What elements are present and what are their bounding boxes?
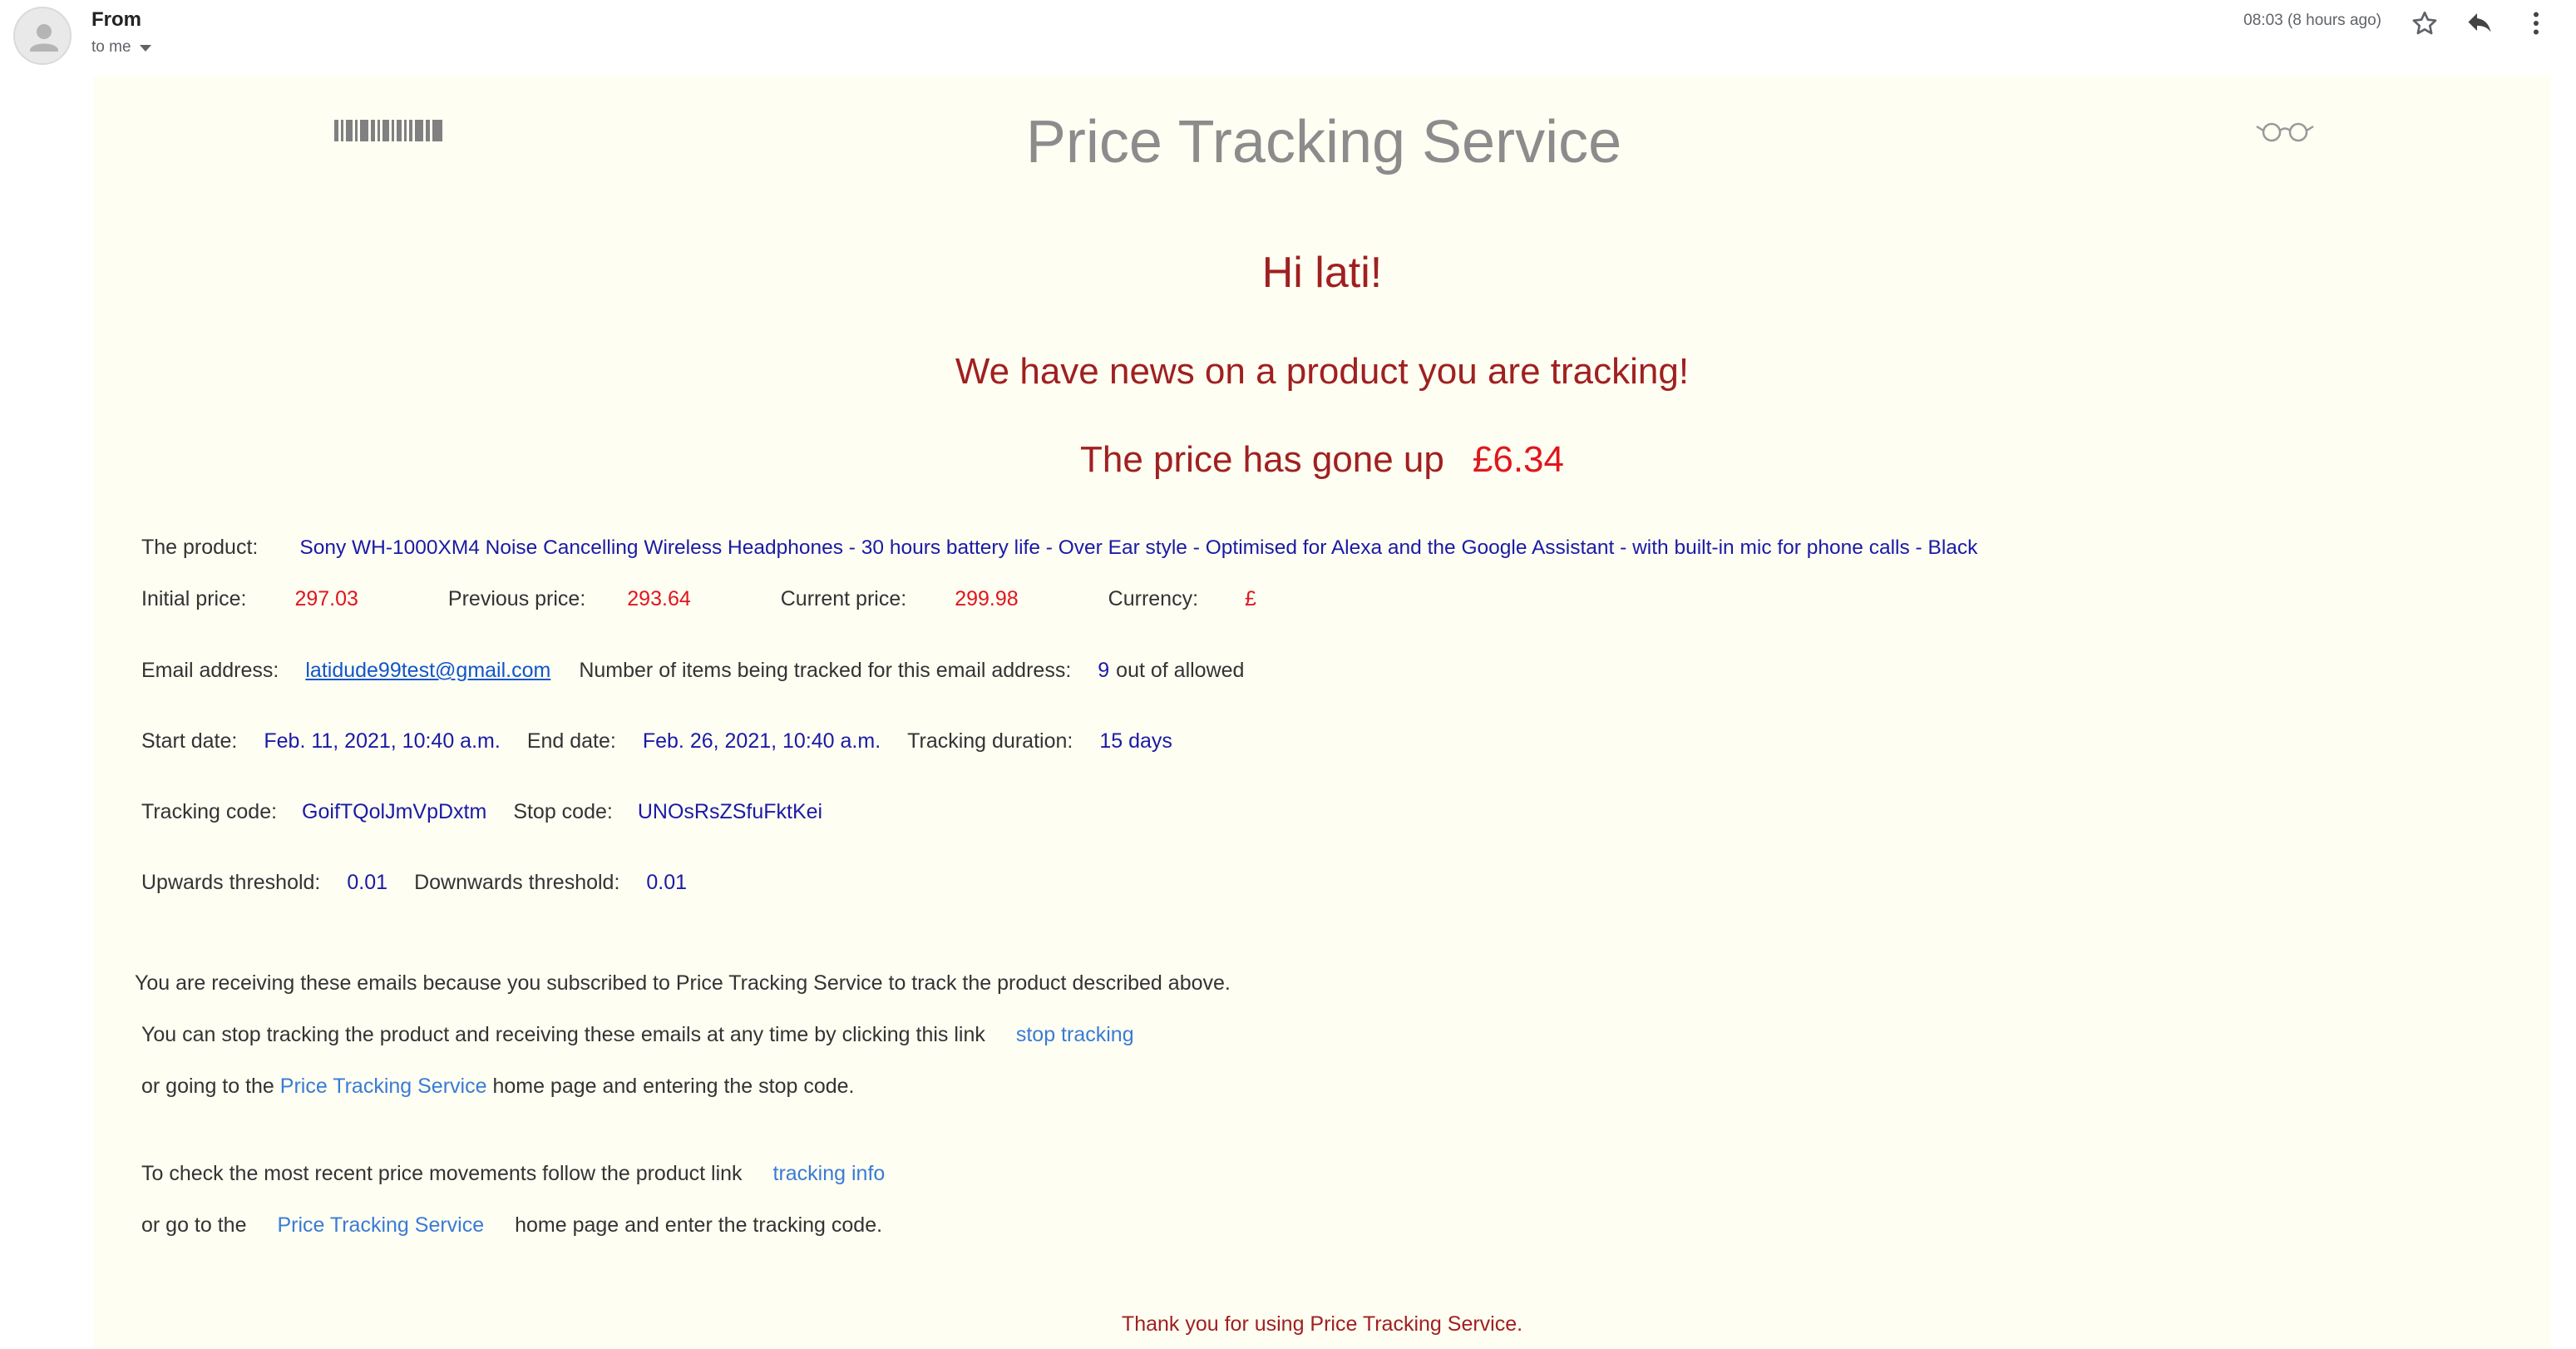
- current-price-value: 299.98: [955, 587, 1019, 610]
- recipient-details-toggle[interactable]: to me: [91, 38, 151, 57]
- sender-name: From: [91, 8, 141, 31]
- or-go-prefix: or go to the: [141, 1213, 247, 1237]
- price-change-amount: £6.34: [1472, 439, 1564, 480]
- stop-tracking-line: You can stop tracking the product and re…: [141, 1023, 1134, 1047]
- reply-icon[interactable]: [2463, 7, 2496, 40]
- items-tracked-suffix: out of allowed: [1116, 659, 1245, 682]
- email-address-label: Email address:: [141, 659, 279, 682]
- glasses-icon: [2256, 122, 2314, 142]
- items-tracked-label: Number of items being tracked for this e…: [579, 659, 1072, 682]
- currency-value: £: [1245, 587, 1256, 610]
- greeting: Hi lati!: [1261, 249, 1383, 297]
- receiving-notice: You are receiving these emails because y…: [135, 971, 1231, 995]
- start-date-label: Start date:: [141, 729, 238, 753]
- recipient-label: to me: [91, 38, 131, 56]
- downwards-threshold-label: Downwards threshold:: [414, 871, 620, 894]
- stop-tracking-link[interactable]: stop tracking: [1016, 1023, 1134, 1046]
- brand-title: Price Tracking Service: [1025, 109, 1622, 175]
- check-price-text: To check the most recent price movements…: [141, 1162, 743, 1185]
- end-date-label: End date:: [526, 729, 616, 753]
- more-options-icon[interactable]: [2519, 7, 2553, 40]
- brand-home-link[interactable]: Price Tracking Service: [280, 1075, 487, 1098]
- email-header: From to me 08:03 (8 hours ago): [0, 0, 2576, 75]
- or-going-suffix: home page and entering the stop code.: [492, 1075, 855, 1098]
- product-label: The product:: [141, 536, 259, 559]
- previous-price-label: Previous price:: [447, 587, 586, 610]
- news-heading: We have news on a product you are tracki…: [955, 351, 1690, 392]
- stop-tracking-text: You can stop tracking the product and re…: [141, 1023, 985, 1046]
- initial-price-label: Initial price:: [141, 587, 247, 610]
- end-date-value: Feb. 26, 2021, 10:40 a.m.: [642, 729, 881, 753]
- person-icon: [30, 24, 58, 52]
- prices-row: Initial price: 297.03 Previous price: 29…: [141, 587, 1256, 611]
- upwards-threshold-label: Upwards threshold:: [141, 871, 321, 894]
- email-address-link[interactable]: latidude99test@gmail.com: [305, 659, 550, 683]
- email-row: Email address: latidude99test@gmail.com …: [141, 659, 1244, 683]
- tracking-code-value: GoifTQolJmVpDxtm: [302, 800, 487, 823]
- tracking-code-homepage-line: or go to the Price Tracking Service home…: [141, 1213, 882, 1238]
- price-change-text: The price has gone up: [1080, 439, 1444, 480]
- start-date-value: Feb. 11, 2021, 10:40 a.m.: [264, 729, 501, 753]
- tracking-info-link[interactable]: tracking info: [773, 1162, 886, 1185]
- or-go-suffix: home page and enter the tracking code.: [515, 1213, 883, 1237]
- items-tracked-count: 9: [1098, 659, 1110, 682]
- stop-code-label: Stop code:: [513, 800, 613, 823]
- email-body: Price Tracking Service Hi lati! We have …: [93, 77, 2551, 1349]
- or-going-prefix: or going to the: [141, 1075, 274, 1098]
- currency-label: Currency:: [1108, 587, 1199, 610]
- price-change-heading: The price has gone up £6.34: [93, 439, 2551, 481]
- upwards-threshold-value: 0.01: [347, 871, 388, 894]
- stop-code-homepage-line: or going to the Price Tracking Service h…: [141, 1075, 855, 1099]
- stop-code-value: UNOsRsZSfuFktKei: [637, 800, 823, 823]
- email-timestamp: 08:03 (8 hours ago): [2243, 12, 2381, 29]
- initial-price-value: 297.03: [294, 587, 358, 610]
- current-price-label: Current price:: [780, 587, 907, 610]
- brand-home-link-2[interactable]: Price Tracking Service: [277, 1213, 484, 1237]
- tracking-duration-value: 15 days: [1099, 729, 1172, 753]
- product-row: The product: Sony WH-1000XM4 Noise Cance…: [141, 536, 1977, 560]
- previous-price-value: 293.64: [627, 587, 691, 610]
- downwards-threshold-value: 0.01: [646, 871, 688, 894]
- chevron-down-icon[interactable]: [139, 45, 151, 52]
- check-price-line: To check the most recent price movements…: [141, 1162, 885, 1186]
- codes-row: Tracking code: GoifTQolJmVpDxtm Stop cod…: [141, 800, 822, 824]
- star-icon[interactable]: [2408, 7, 2441, 40]
- tracking-code-label: Tracking code:: [141, 800, 278, 823]
- sender-avatar[interactable]: [13, 7, 72, 65]
- thank-you-footer: Thank you for using Price Tracking Servi…: [1121, 1312, 1523, 1336]
- product-name: Sony WH-1000XM4 Noise Cancelling Wireles…: [299, 536, 1978, 559]
- tracking-duration-label: Tracking duration:: [907, 729, 1073, 753]
- dates-row: Start date: Feb. 11, 2021, 10:40 a.m. En…: [141, 729, 1172, 754]
- thresholds-row: Upwards threshold: 0.01 Downwards thresh…: [141, 871, 687, 895]
